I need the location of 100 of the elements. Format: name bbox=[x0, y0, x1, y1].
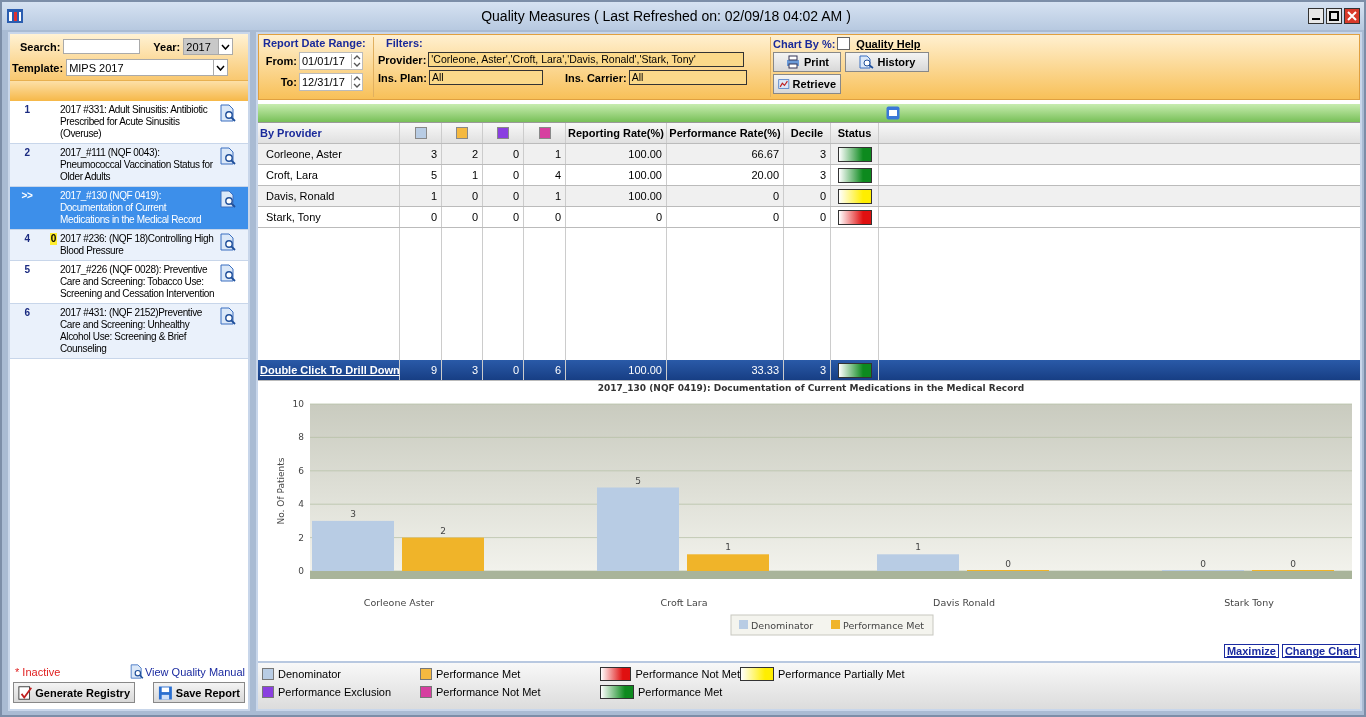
document-search-icon[interactable] bbox=[220, 104, 236, 122]
chart-icon bbox=[778, 77, 790, 91]
legend-label: Performance Not Met bbox=[436, 686, 541, 698]
measure-title: 2017 #331: Adult Sinusitis: Antibiotic Prescribed for Acute Sinusitis (Overuse) bbox=[60, 104, 209, 140]
measure-number: >> bbox=[20, 190, 34, 202]
to-label: To: bbox=[279, 76, 297, 88]
table-cell: 3 bbox=[784, 144, 831, 164]
quality-manual-link[interactable]: View Quality Manual bbox=[129, 664, 245, 679]
maximize-icon bbox=[1329, 11, 1339, 21]
generate-registry-button[interactable]: Generate Registry bbox=[13, 682, 135, 703]
column-header[interactable]: Performance Rate(%) bbox=[667, 123, 784, 143]
column-header[interactable]: By Provider bbox=[258, 123, 400, 143]
legend-label: Denominator bbox=[278, 668, 341, 680]
printer-icon bbox=[784, 55, 801, 69]
measure-item[interactable]: 6 2017 #431: (NQF 2152)Preventive Care and Screening: Unhealthy Alcohol Use: Screening & Brief Counseling bbox=[10, 304, 248, 359]
document-search-icon[interactable] bbox=[220, 307, 236, 325]
table-cell: 2 bbox=[442, 144, 483, 164]
data-label: 0 bbox=[1005, 559, 1011, 569]
measure-title: 2017_#111 (NQF 0043): Pneumococcal Vaccination Status for Older Adults bbox=[60, 147, 214, 183]
table-cell: 0 bbox=[784, 186, 831, 206]
category-label: Davis Ronald bbox=[933, 597, 995, 608]
count-badge: 0 bbox=[49, 233, 57, 245]
measure-item[interactable]: 4 0 2017 #236: (NQF 18)Controlling High Blood Pressure bbox=[10, 230, 248, 261]
legend-label: Performance Exclusion bbox=[278, 686, 392, 698]
close-button[interactable] bbox=[1344, 8, 1360, 24]
checkmark-document-icon bbox=[18, 684, 33, 701]
table-cell: 66.67 bbox=[667, 144, 784, 164]
provider-field[interactable]: 'Corleone, Aster','Croft, Lara','Davis, Ronald','Stark, Tony' bbox=[428, 52, 745, 67]
table-cell: Corleone, Aster bbox=[258, 144, 400, 164]
measure-title: 2017 #431: (NQF 2152)Preventive Care and Screening: Unhealthy Alcohol Use: Screening & Brief Counseling bbox=[60, 307, 204, 355]
minimize-icon bbox=[1312, 18, 1320, 20]
template-label: Template: bbox=[12, 61, 64, 74]
data-label: 1 bbox=[915, 542, 921, 553]
year-label: Year: bbox=[153, 40, 181, 53]
document-search-icon[interactable] bbox=[220, 190, 236, 208]
search-field[interactable] bbox=[63, 39, 141, 54]
table-cell: 0 bbox=[566, 207, 667, 227]
data-label: 2 bbox=[440, 525, 446, 536]
quality-help-link[interactable]: Quality Help bbox=[856, 37, 921, 50]
table-cell: 100.00 bbox=[566, 186, 667, 206]
column-header[interactable]: Reporting Rate(%) bbox=[566, 123, 667, 143]
table-cell: 100.00 bbox=[566, 144, 667, 164]
table-cell: Stark, Tony bbox=[258, 207, 400, 227]
spinner-arrows-icon[interactable] bbox=[351, 54, 362, 68]
data-label: 3 bbox=[350, 508, 356, 519]
from-date-field[interactable]: 01/01/17 bbox=[299, 52, 363, 70]
document-search-icon[interactable] bbox=[220, 147, 236, 165]
chart-link[interactable]: Maximize bbox=[1223, 644, 1279, 658]
total-cell: 0 bbox=[483, 360, 524, 380]
column-header[interactable]: Status bbox=[831, 123, 879, 143]
document-search-icon[interactable] bbox=[220, 233, 236, 251]
y-tick-label: 8 bbox=[298, 432, 304, 443]
legend-label: Performance Not Met bbox=[635, 668, 740, 680]
column-header[interactable]: Decile bbox=[784, 123, 831, 143]
print-button[interactable]: Print bbox=[773, 52, 841, 72]
ins-plan-field[interactable]: All bbox=[428, 70, 543, 85]
y-tick-label: 2 bbox=[298, 532, 304, 543]
document-search-icon bbox=[129, 664, 144, 679]
to-date-field[interactable]: 12/31/17 bbox=[299, 73, 363, 91]
table-cell: 3 bbox=[400, 144, 442, 164]
search-label: Search: bbox=[20, 40, 61, 53]
y-tick-label: 0 bbox=[298, 566, 304, 576]
table-cell: 3 bbox=[784, 165, 831, 185]
legend-label: Performance Partially Met bbox=[778, 668, 905, 680]
measure-item[interactable]: 2 2017_#111 (NQF 0043): Pneumococcal Vaccination Status for Older Adults bbox=[10, 144, 248, 187]
save-report-button[interactable]: Save Report bbox=[153, 682, 245, 703]
table-cell: Davis, Ronald bbox=[258, 186, 400, 206]
table-cell: Croft, Lara bbox=[258, 165, 400, 185]
window-icon[interactable] bbox=[886, 106, 900, 120]
drill-down-link[interactable]: Double Click To Drill Down bbox=[258, 360, 400, 380]
template-dropdown[interactable]: MIPS 2017 bbox=[66, 59, 229, 76]
year-dropdown[interactable]: 2017 bbox=[183, 38, 234, 55]
table-cell: 0 bbox=[667, 207, 784, 227]
table-cell: 1 bbox=[400, 186, 442, 206]
table-cell: 100.00 bbox=[566, 165, 667, 185]
y-axis-label: No. Of Patients bbox=[276, 457, 286, 525]
date-range-label: Report Date Range: bbox=[263, 37, 367, 49]
minimize-button[interactable] bbox=[1308, 8, 1324, 24]
inactive-note: * Inactive bbox=[15, 665, 61, 678]
y-tick-label: 6 bbox=[298, 465, 304, 476]
chart-by-percent-checkbox[interactable] bbox=[837, 37, 851, 50]
ins-carrier-field[interactable]: All bbox=[628, 70, 747, 85]
history-button[interactable]: History bbox=[845, 52, 929, 72]
table-cell: 20.00 bbox=[667, 165, 784, 185]
window-title: Quality Measures ( Last Refreshed on: 02/09/18 04:02 AM ) bbox=[480, 8, 852, 24]
table-cell: 0 bbox=[442, 207, 483, 227]
data-label: 5 bbox=[635, 475, 641, 486]
measure-title: 2017 #236: (NQF 18)Controlling High Blood Pressure bbox=[60, 233, 215, 257]
document-search-icon[interactable] bbox=[220, 264, 236, 282]
maximize-button[interactable] bbox=[1326, 8, 1342, 24]
chevron-down-icon bbox=[221, 43, 231, 50]
filters-label: Filters: bbox=[386, 37, 424, 49]
retrieve-button[interactable]: Retrieve bbox=[773, 74, 841, 94]
spinner-arrows-icon[interactable] bbox=[351, 75, 362, 89]
total-cell: 100.00 bbox=[566, 360, 667, 380]
data-label: 0 bbox=[1290, 559, 1296, 569]
table-cell: 0 bbox=[483, 144, 524, 164]
y-tick-label: 4 bbox=[298, 499, 304, 510]
chart-link[interactable]: Change Chart bbox=[1281, 644, 1360, 658]
total-cell: 33.33 bbox=[667, 360, 784, 380]
